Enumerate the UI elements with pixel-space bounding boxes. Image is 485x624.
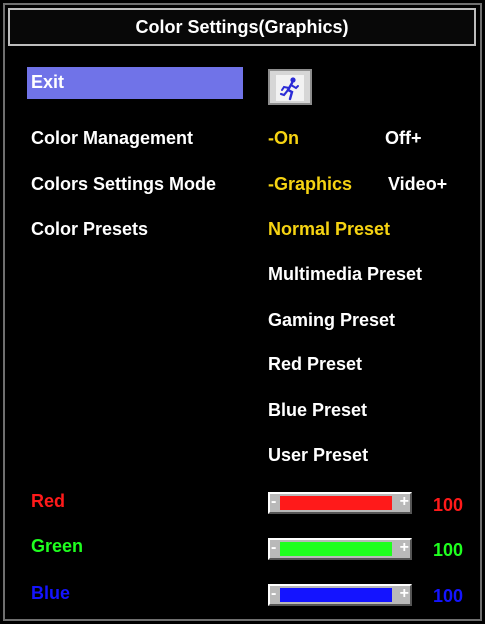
- red-slider-fill: [280, 496, 392, 510]
- green-value: 100: [433, 540, 464, 560]
- blue-value: 100: [433, 586, 464, 606]
- minus-icon: -: [271, 585, 277, 602]
- plus-icon: +: [399, 539, 409, 556]
- osd-title: Color Settings(Graphics): [8, 8, 476, 46]
- preset-normal[interactable]: Normal Preset: [268, 218, 390, 240]
- blue-slider[interactable]: - +: [268, 584, 412, 606]
- minus-icon: -: [271, 539, 277, 556]
- preset-gaming[interactable]: Gaming Preset: [268, 309, 395, 331]
- blue-slider-fill: [280, 588, 392, 602]
- mode-video-option[interactable]: Video+: [388, 173, 447, 195]
- color-management-on-option[interactable]: -On: [268, 127, 299, 149]
- color-presets-label[interactable]: Color Presets: [31, 218, 148, 240]
- plus-icon: +: [399, 585, 409, 602]
- preset-red[interactable]: Red Preset: [268, 353, 362, 375]
- red-label: Red: [31, 491, 66, 511]
- colors-settings-mode-label[interactable]: Colors Settings Mode: [31, 173, 216, 195]
- green-label: Green: [31, 536, 84, 556]
- blue-label: Blue: [31, 583, 71, 603]
- color-management-off-option[interactable]: Off+: [385, 127, 422, 149]
- plus-icon: +: [399, 493, 409, 510]
- green-slider[interactable]: - +: [268, 538, 412, 560]
- exit-label: Exit: [31, 72, 65, 92]
- minus-icon: -: [271, 493, 277, 510]
- red-slider[interactable]: - +: [268, 492, 412, 514]
- red-value: 100: [433, 495, 464, 515]
- color-management-label[interactable]: Color Management: [31, 127, 193, 149]
- preset-user[interactable]: User Preset: [268, 444, 368, 466]
- mode-graphics-option[interactable]: -Graphics: [268, 173, 352, 195]
- preset-multimedia[interactable]: Multimedia Preset: [268, 263, 422, 285]
- preset-blue[interactable]: Blue Preset: [268, 399, 367, 421]
- title-text: Color Settings(Graphics): [135, 16, 349, 37]
- green-slider-fill: [280, 542, 392, 556]
- exit-person-icon[interactable]: [268, 69, 312, 105]
